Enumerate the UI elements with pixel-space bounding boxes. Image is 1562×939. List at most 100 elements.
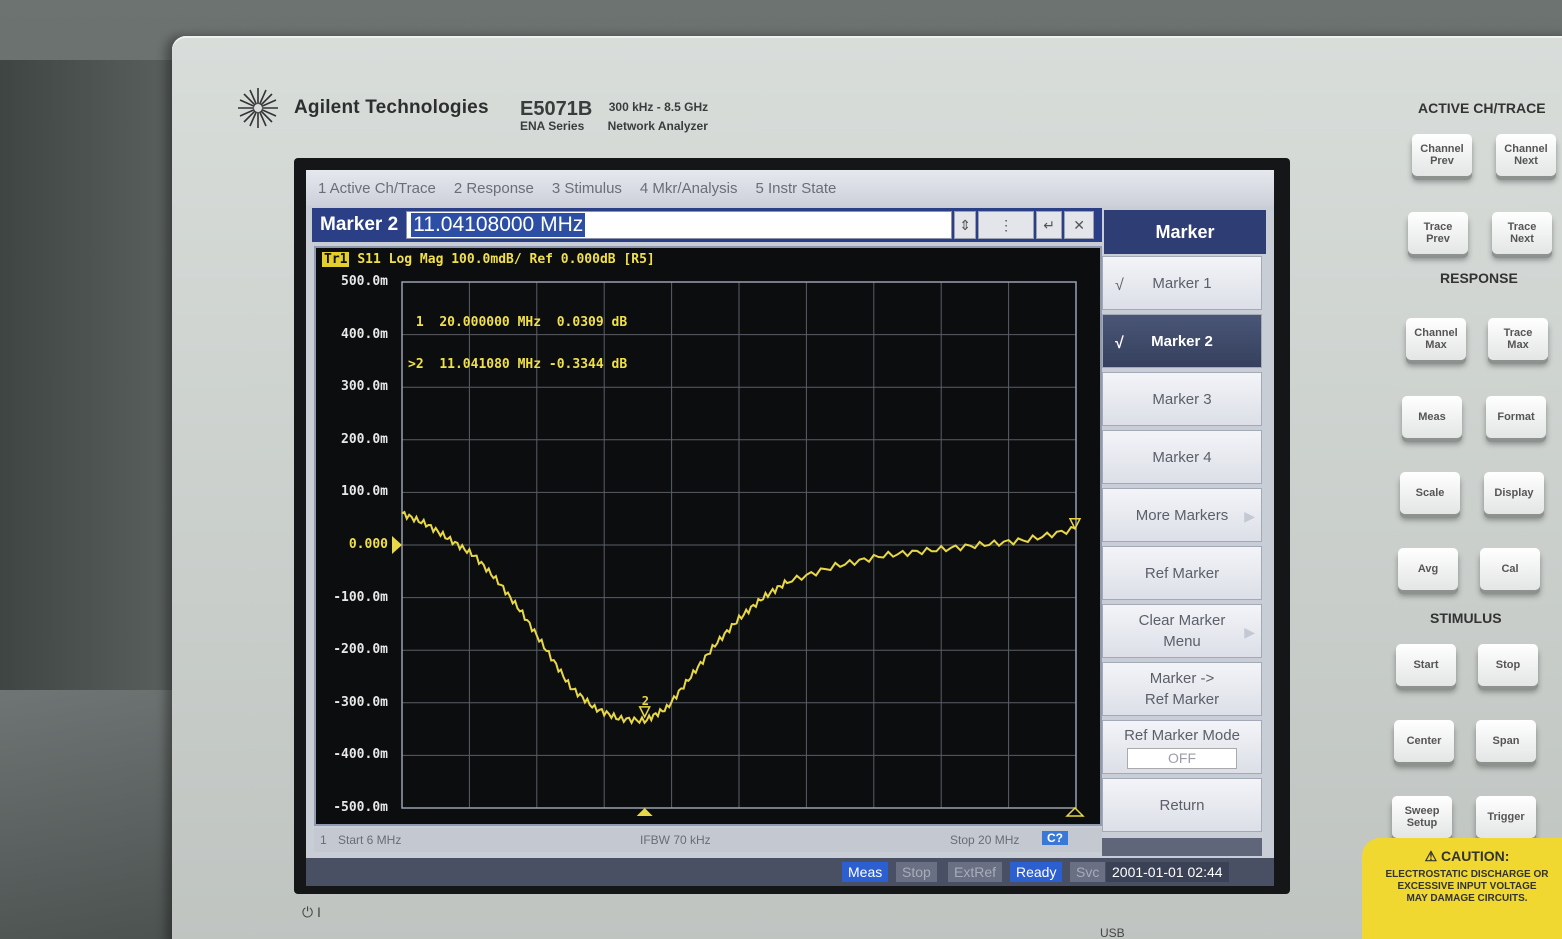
marker-readout: 1 20.000000 MHz 0.0309 dB >2 11.041080 M… — [408, 288, 627, 400]
tab-mkr-analysis[interactable]: 4 Mkr/Analysis — [640, 180, 738, 197]
sweep-setup-button[interactable]: Sweep Setup — [1392, 796, 1452, 838]
y-tick-label: 300.0m — [341, 379, 388, 395]
softkey-return[interactable]: Return — [1102, 778, 1262, 832]
marker-readout-row-2: >2 11.041080 MHz -0.3344 dB — [408, 357, 628, 372]
marker-stimulus-triangle — [636, 808, 653, 816]
section-stimulus: STIMULUS — [1430, 610, 1502, 626]
softkey-more-markers[interactable]: More Markers ▶ — [1102, 488, 1262, 542]
ifbw-value: IFBW 70 kHz — [640, 833, 711, 847]
y-tick-label: -100.0m — [333, 589, 388, 605]
marker-readout-row-1: 1 20.000000 MHz 0.0309 dB — [415, 315, 628, 330]
cal-button[interactable]: Cal — [1480, 548, 1540, 590]
spin-dial-icon[interactable]: ⋮ — [978, 211, 1035, 239]
marker-frequency-input[interactable]: 11.04108000 MHz — [406, 211, 953, 239]
y-tick-label: 400.0m — [341, 326, 388, 342]
softkey-marker-1[interactable]: √ Marker 1 — [1102, 256, 1262, 310]
channel-next-button[interactable]: Channel Next — [1496, 134, 1556, 176]
y-tick-label: -300.0m — [333, 694, 388, 710]
brand-logo: Agilent Technologies — [236, 86, 489, 130]
tab-instr-state[interactable]: 5 Instr State — [755, 180, 836, 197]
enter-icon[interactable]: ↵ — [1036, 211, 1063, 239]
softkey-panel: √ Marker 1 √ Marker 2 Marker 3 Marker 4 … — [1102, 256, 1266, 836]
submenu-arrow-icon: ▶ — [1244, 508, 1255, 524]
softkey-label: Marker 4 — [1152, 448, 1212, 466]
trace-max-button[interactable]: Trace Max — [1488, 318, 1548, 360]
y-tick-label: -400.0m — [333, 747, 388, 763]
softkey-ref-marker[interactable]: Ref Marker — [1102, 546, 1262, 600]
softkey-clear-marker-menu[interactable]: Clear Marker Menu ▶ — [1102, 604, 1262, 658]
submenu-arrow-icon: ▶ — [1244, 624, 1255, 640]
channel-number: 1 — [320, 833, 327, 847]
trace-prev-button[interactable]: Trace Prev — [1408, 212, 1468, 254]
data-entry-bar: Marker 2 11.04108000 MHz ⇕ ⋮ ↵ ✕ — [312, 208, 1102, 242]
format-button[interactable]: Format — [1486, 396, 1546, 438]
caution-label: ⚠ CAUTION: ELECTROSTATIC DISCHARGE OR EX… — [1362, 838, 1562, 939]
marker-2-label: 2 — [642, 694, 649, 708]
softkey-label: Return — [1159, 796, 1205, 814]
brand-name: Agilent Technologies — [294, 97, 489, 118]
checkmark-icon: √ — [1115, 277, 1124, 294]
start-frequency: Start 6 MHz — [338, 833, 402, 847]
status-svc: Svc — [1070, 862, 1106, 882]
usb-port-label: USB — [1100, 926, 1125, 939]
y-tick-label: -200.0m — [333, 642, 388, 658]
softkey-marker-4[interactable]: Marker 4 — [1102, 430, 1262, 484]
center-button[interactable]: Center — [1394, 720, 1454, 762]
softkey-menu-title: Marker — [1104, 210, 1266, 254]
power-switch-icon[interactable]: ⏻ I — [302, 904, 321, 921]
display-screen: 1 Active Ch/Trace 2 Response 3 Stimulus … — [306, 170, 1274, 886]
model-label: E5071B 300 kHz - 8.5 GHz ENA Series Netw… — [520, 98, 708, 133]
y-tick-label: 0.000 — [348, 537, 388, 552]
background-bench — [0, 690, 180, 939]
status-bar: Meas Stop ExtRef Ready Svc 2001-01-01 02… — [306, 858, 1274, 886]
close-icon[interactable]: ✕ — [1064, 211, 1095, 239]
menu-bar: 1 Active Ch/Trace 2 Response 3 Stimulus … — [306, 170, 1274, 206]
softkey-marker-2[interactable]: √ Marker 2 — [1102, 314, 1262, 368]
checkmark-icon: √ — [1115, 335, 1124, 352]
tab-stimulus[interactable]: 3 Stimulus — [552, 180, 622, 197]
cal-status-badge: C? — [1042, 831, 1068, 845]
trigger-button[interactable]: Trigger — [1476, 796, 1536, 838]
step-up-down-icon[interactable]: ⇕ — [954, 211, 977, 239]
softkey-label: Marker 3 — [1152, 390, 1212, 408]
entry-value: 11.04108000 MHz — [411, 213, 586, 237]
softkey-panel-footer — [1102, 838, 1262, 856]
status-stop: Stop — [896, 862, 937, 882]
channel-max-button[interactable]: Channel Max — [1406, 318, 1466, 360]
trace-window[interactable]: Tr1 S11 Log Mag 100.0mdB/ Ref 0.000dB [R… — [314, 246, 1102, 826]
trace-next-button[interactable]: Trace Next — [1492, 212, 1552, 254]
softkey-ref-marker-mode[interactable]: Ref Marker Mode OFF — [1102, 720, 1262, 774]
softkey-label: Ref Marker — [1144, 564, 1220, 582]
softkey-label: More Markers — [1135, 506, 1229, 524]
softkey-label: Clear Marker Menu — [1138, 612, 1226, 650]
section-response: RESPONSE — [1440, 270, 1518, 286]
display-button[interactable]: Display — [1484, 472, 1544, 514]
tab-response[interactable]: 2 Response — [454, 180, 534, 197]
y-tick-label: 200.0m — [341, 431, 388, 447]
status-datetime: 2001-01-01 02:44 — [1106, 862, 1229, 882]
stop-frequency: Stop 20 MHz — [950, 833, 1020, 847]
marker-1-stimulus-triangle — [1065, 806, 1085, 817]
y-tick-label: 100.0m — [341, 484, 388, 500]
tab-active-ch-trace[interactable]: 1 Active Ch/Trace — [318, 180, 436, 197]
softkey-marker-3[interactable]: Marker 3 — [1102, 372, 1262, 426]
channel-prev-button[interactable]: Channel Prev — [1412, 134, 1472, 176]
meas-button[interactable]: Meas — [1402, 396, 1462, 438]
start-button[interactable]: Start — [1396, 644, 1456, 686]
avg-button[interactable]: Avg — [1398, 548, 1458, 590]
stop-button[interactable]: Stop — [1478, 644, 1538, 686]
status-ready: Ready — [1010, 862, 1063, 882]
y-tick-label: 500.0m — [341, 274, 388, 289]
model-number: E5071B — [520, 98, 593, 120]
softkey-label: Marker 2 — [1151, 332, 1213, 350]
caution-text: ELECTROSTATIC DISCHARGE OR EXCESSIVE INP… — [1385, 869, 1549, 904]
instrument-type: Network Analyzer — [607, 119, 708, 133]
frequency-range: 300 kHz - 8.5 GHz — [608, 100, 709, 114]
y-tick-label: -500.0m — [333, 800, 388, 815]
scale-button[interactable]: Scale — [1400, 472, 1460, 514]
reference-level-arrow — [392, 536, 402, 554]
span-button[interactable]: Span — [1476, 720, 1536, 762]
status-extref: ExtRef — [948, 862, 1003, 882]
entry-label: Marker 2 — [320, 214, 399, 235]
softkey-marker-to-ref-marker[interactable]: Marker -> Ref Marker — [1102, 662, 1262, 716]
